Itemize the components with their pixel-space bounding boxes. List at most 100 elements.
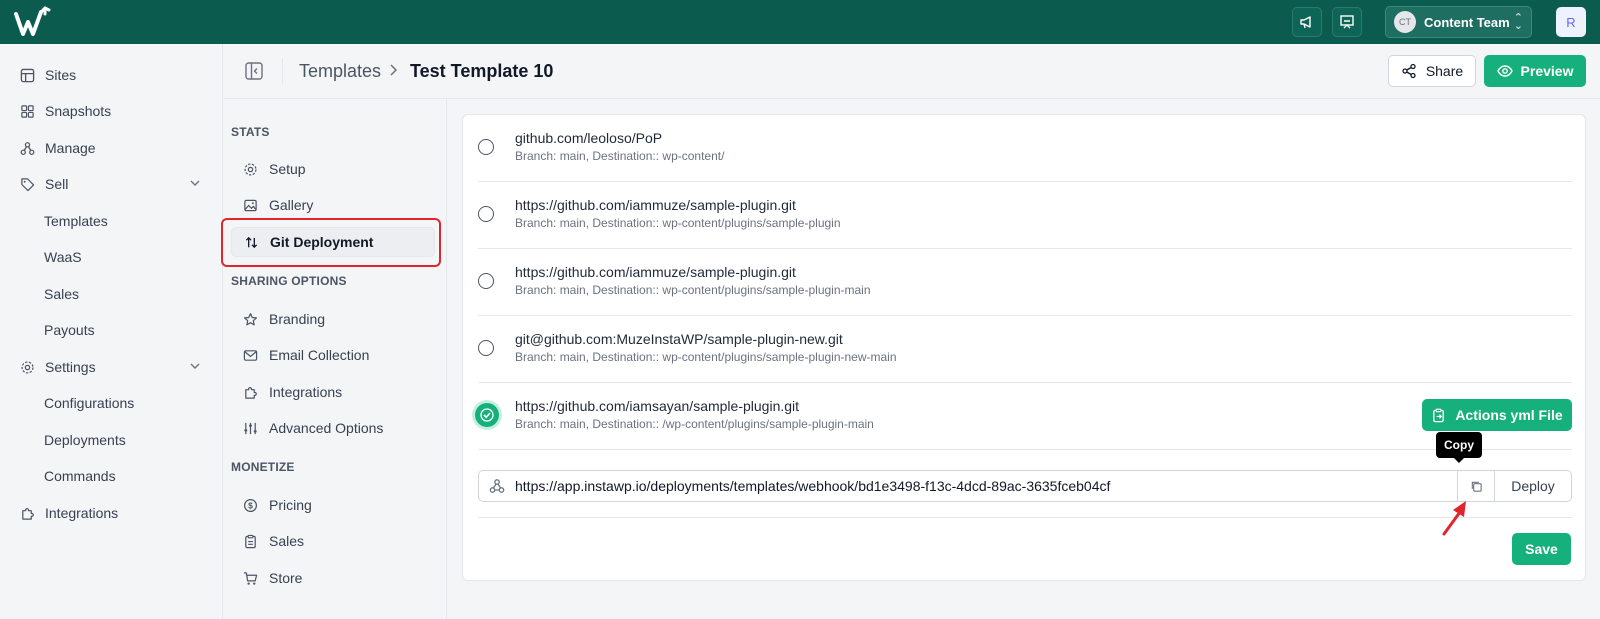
repo-meta: Branch: main, Destination:: wp-content/: [515, 149, 725, 163]
subnav-item-advanced-options[interactable]: Advanced Options: [231, 413, 435, 443]
sidebar-item-templates[interactable]: Templates: [0, 203, 223, 239]
share-label: Share: [1425, 63, 1464, 79]
deploy-button[interactable]: Deploy: [1494, 471, 1571, 501]
puzzle-icon: [19, 505, 35, 521]
subnav-item-pricing[interactable]: $ Pricing: [231, 490, 435, 520]
actions-yml-button[interactable]: Actions yml File: [1422, 399, 1572, 431]
repo-url: https://github.com/iammuze/sample-plugin…: [515, 264, 796, 280]
sidebar-item-sales[interactable]: Sales: [0, 276, 223, 312]
subnav-item-label: Integrations: [269, 384, 343, 400]
subnav-item-integrations[interactable]: Integrations: [231, 377, 435, 407]
sidebar-item-payouts[interactable]: Payouts: [0, 312, 223, 348]
subnav-item-label: Sales: [269, 533, 305, 549]
sidebar-item-deployments[interactable]: Deployments: [0, 422, 223, 458]
sidebar-item-snapshots[interactable]: Snapshots: [0, 93, 223, 129]
main-sidebar: Sites Snapshots Manage Sell Templates Wa…: [0, 44, 223, 619]
top-bar: CT Content Team ⌃ ⌄ R: [0, 0, 1600, 44]
annotation-highlight-box: [221, 218, 441, 267]
breadcrumb-templates[interactable]: Templates: [299, 61, 381, 82]
presentation-icon[interactable]: [1332, 7, 1362, 37]
sidebar-toggle-icon[interactable]: [244, 61, 264, 81]
sidebar-item-label: Sales: [44, 286, 80, 302]
check-icon: [480, 408, 494, 422]
team-name: Content Team: [1424, 14, 1510, 30]
team-avatar: CT: [1394, 11, 1416, 33]
eye-icon: [1496, 65, 1513, 77]
page-title: Test Template 10: [410, 61, 554, 81]
sidebar-item-label: Commands: [44, 468, 116, 484]
share-icon: [1402, 63, 1416, 79]
grid-icon: [19, 103, 35, 119]
sidebar-item-label: Payouts: [44, 322, 95, 338]
copy-icon: [1471, 481, 1482, 492]
annotation-arrow-icon: [1442, 501, 1466, 536]
puzzle-icon: [242, 384, 258, 400]
repo-meta: Branch: main, Destination:: wp-content/p…: [515, 283, 871, 297]
logo-icon[interactable]: [14, 6, 52, 38]
section-label-sharing-options: SHARING OPTIONS: [231, 274, 347, 288]
subnav-item-sales[interactable]: Sales: [231, 526, 435, 556]
repo-row[interactable]: git@github.com:MuzeInstaWP/sample-plugin…: [478, 316, 1572, 383]
sidebar-item-integrations[interactable]: Integrations: [0, 495, 223, 531]
repo-url: github.com/leoloso/PoP: [515, 130, 663, 146]
repo-radio[interactable]: [478, 139, 494, 155]
sidebar-item-label: Manage: [45, 140, 96, 156]
repo-row[interactable]: github.com/leoloso/PoP Branch: main, Des…: [478, 115, 1572, 182]
image-icon: [242, 197, 258, 213]
mail-icon: [242, 347, 258, 363]
preview-button[interactable]: Preview: [1484, 55, 1586, 87]
webhook-url: https://app.instawp.io/deployments/templ…: [515, 478, 1111, 494]
repo-row[interactable]: https://github.com/iammuze/sample-plugin…: [478, 249, 1572, 316]
clipboard-copy-icon: [1433, 408, 1445, 422]
sidebar-item-commands[interactable]: Commands: [0, 458, 223, 494]
repo-url: https://github.com/iamsayan/sample-plugi…: [515, 398, 800, 414]
sidebar-item-label: Sites: [45, 67, 77, 83]
sidebar-item-label: Integrations: [45, 505, 119, 521]
sidebar-item-settings[interactable]: Settings: [0, 349, 223, 385]
subnav-item-store[interactable]: Store: [231, 563, 435, 593]
user-avatar[interactable]: R: [1556, 7, 1586, 37]
gear-icon: [242, 161, 258, 177]
webhook-icon: [479, 478, 515, 494]
subnav-item-branding[interactable]: Branding: [231, 304, 435, 334]
dollar-circle-icon: $: [242, 497, 258, 513]
repo-meta: Branch: main, Destination:: wp-content/p…: [515, 216, 841, 230]
repo-radio[interactable]: [478, 340, 494, 356]
share-button[interactable]: Share: [1388, 55, 1476, 87]
repo-row-selected[interactable]: https://github.com/iamsayan/sample-plugi…: [475, 383, 1572, 450]
svg-text:$: $: [248, 500, 253, 510]
subnav-item-label: Pricing: [269, 497, 312, 513]
divider: [282, 58, 283, 84]
sidebar-item-configurations[interactable]: Configurations: [0, 385, 223, 421]
sidebar-item-waas[interactable]: WaaS: [0, 239, 223, 275]
repo-radio-checked[interactable]: [475, 403, 499, 427]
subnav-item-setup[interactable]: Setup: [231, 154, 435, 184]
repo-meta: Branch: main, Destination:: /wp-content/…: [515, 417, 874, 431]
subnav-item-gallery[interactable]: Gallery: [231, 190, 435, 220]
layout-icon: [19, 67, 35, 83]
subnav-item-label: Store: [269, 570, 303, 586]
sidebar-item-sites[interactable]: Sites: [0, 57, 223, 93]
team-selector[interactable]: CT Content Team ⌃ ⌄: [1385, 6, 1532, 38]
actions-yml-label: Actions yml File: [1455, 407, 1563, 423]
deploy-label: Deploy: [1511, 478, 1555, 494]
repo-radio[interactable]: [478, 273, 494, 289]
sidebar-item-sell[interactable]: Sell: [0, 166, 223, 202]
sidebar-item-label: Deployments: [44, 432, 126, 448]
tag-icon: [19, 176, 35, 192]
sidebar-item-label: Templates: [44, 213, 108, 229]
repo-url: git@github.com:MuzeInstaWP/sample-plugin…: [515, 331, 843, 347]
section-label-stats: STATS: [231, 125, 270, 139]
chevron-updown-icon: ⌃ ⌄: [1513, 12, 1523, 32]
repo-row[interactable]: https://github.com/iammuze/sample-plugin…: [478, 182, 1572, 249]
repo-radio[interactable]: [478, 206, 494, 222]
webhook-url-field[interactable]: https://app.instawp.io/deployments/templ…: [478, 470, 1572, 502]
save-button[interactable]: Save: [1512, 533, 1571, 565]
cart-icon: [242, 570, 258, 586]
sidebar-item-label: Sell: [45, 176, 69, 192]
sidebar-item-manage[interactable]: Manage: [0, 130, 223, 166]
sidebar-item-label: WaaS: [44, 249, 82, 265]
copy-tooltip: Copy: [1436, 432, 1482, 463]
megaphone-icon[interactable]: [1292, 7, 1322, 37]
subnav-item-email-collection[interactable]: Email Collection: [231, 340, 435, 370]
